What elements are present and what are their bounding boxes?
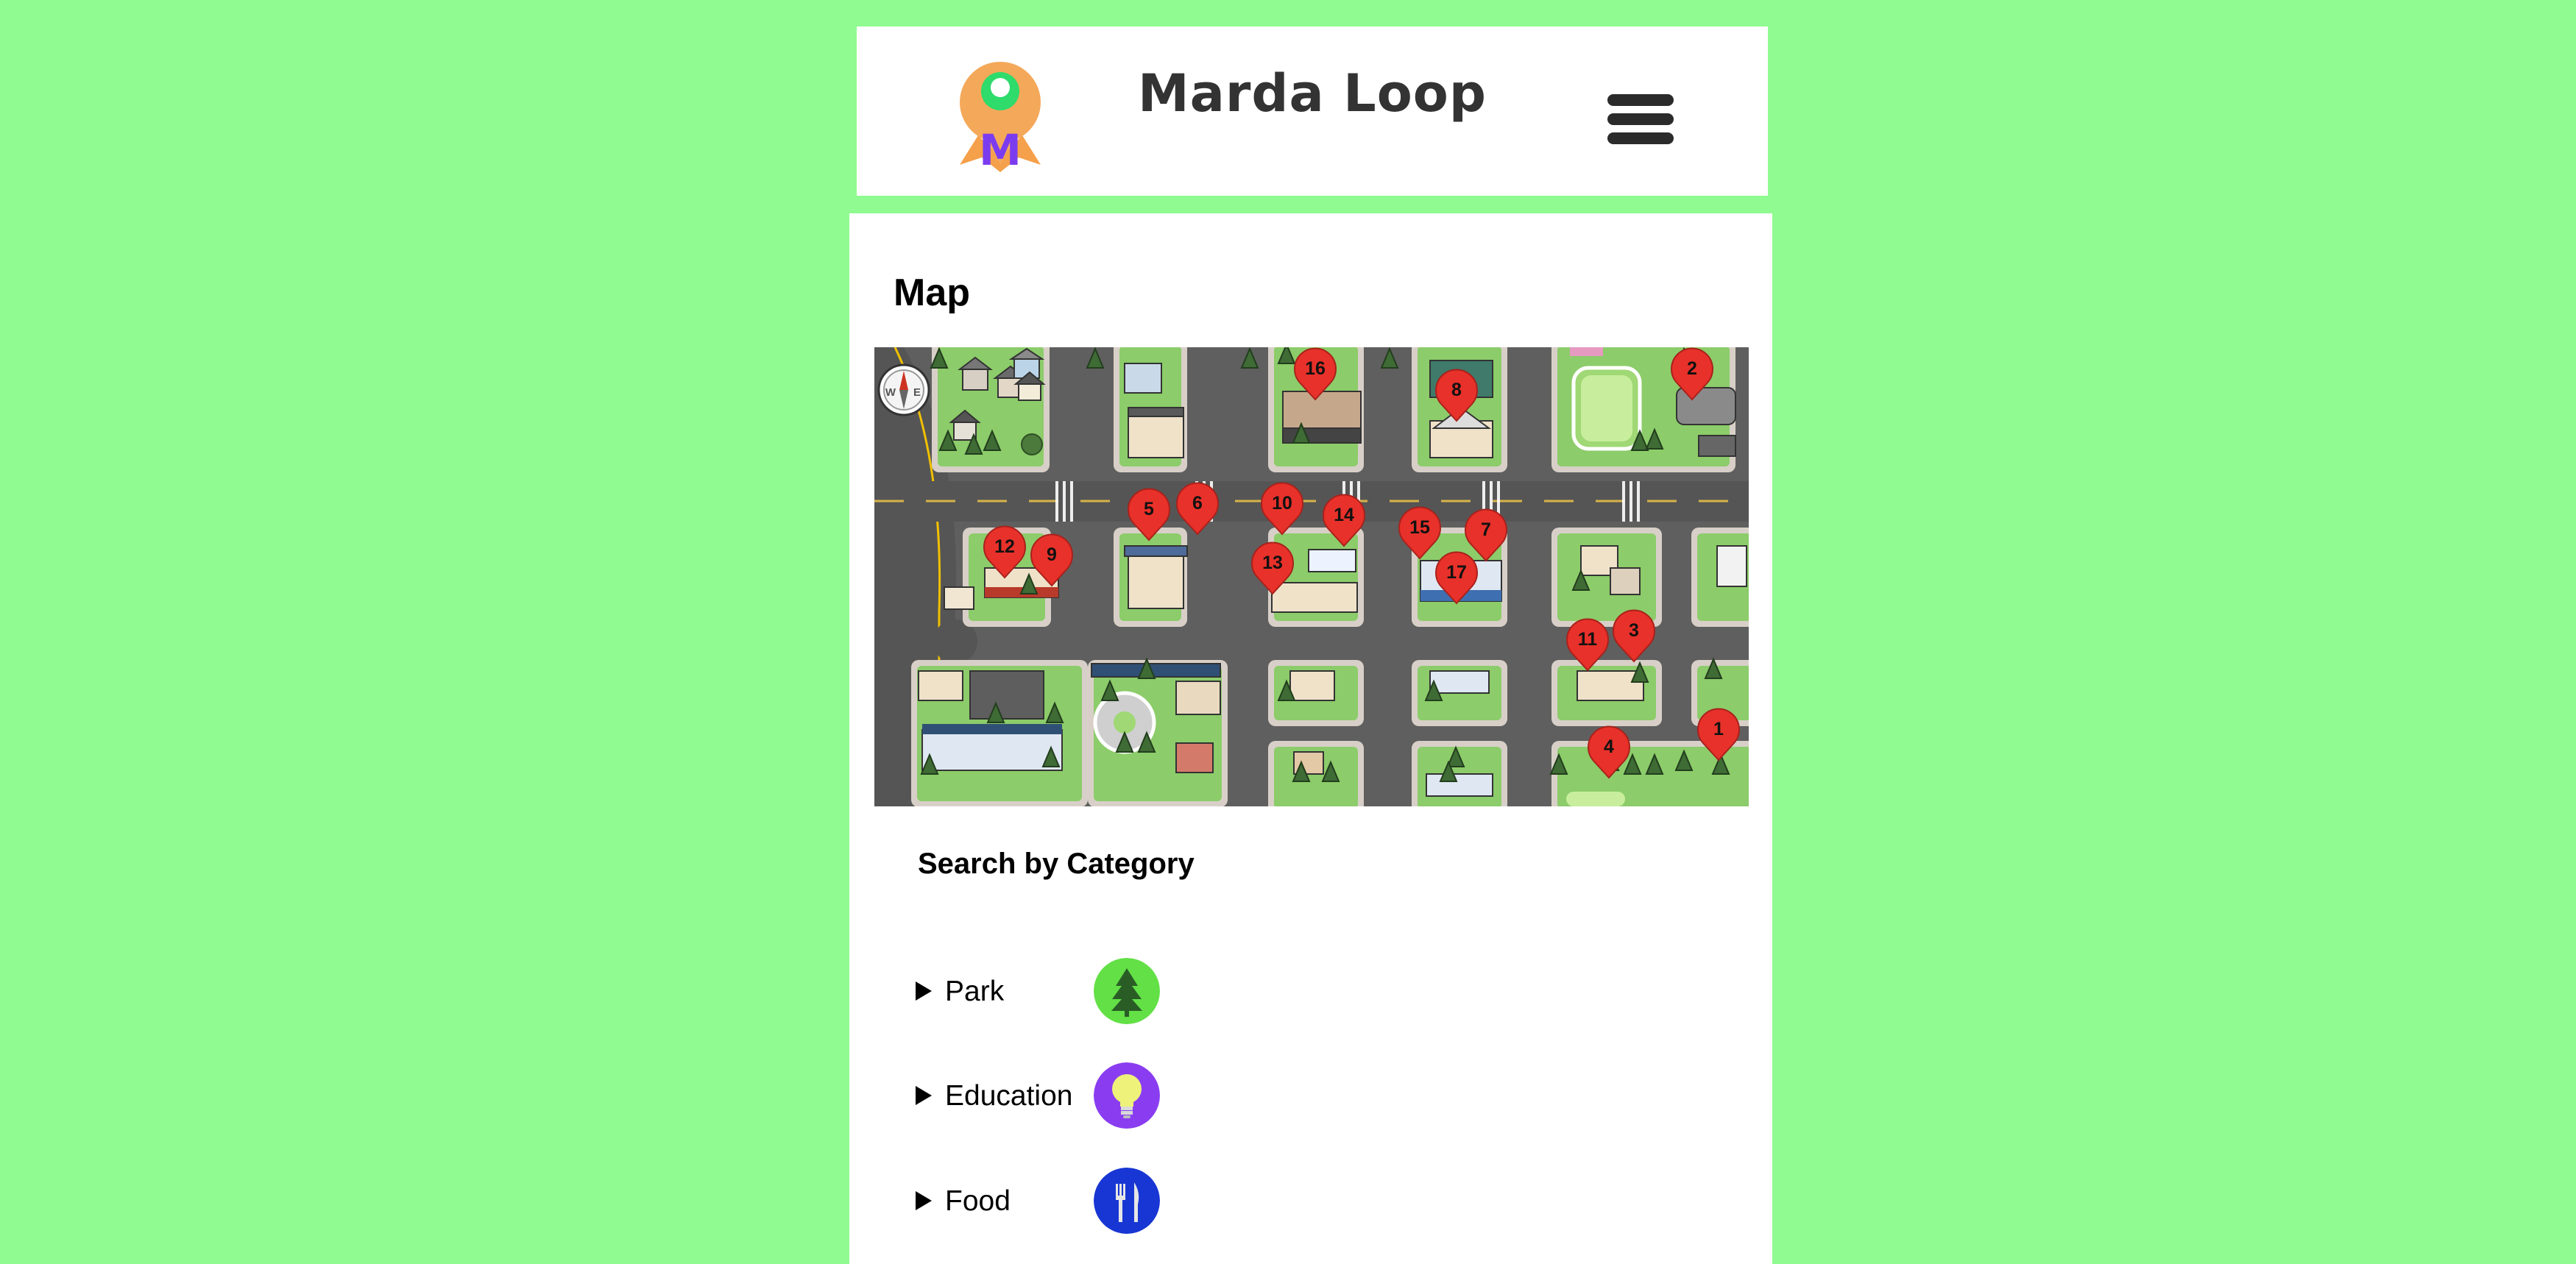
compass-icon: W E [877,363,930,416]
map-marker-label: 5 [1144,499,1154,519]
map-marker-label: 12 [994,536,1015,557]
category-label-education: Education [945,1080,1073,1112]
map-marker-label: 2 [1687,358,1697,379]
logo-letter: M [979,125,1022,175]
map-marker-label: 8 [1451,380,1462,400]
fork-knife-icon [1094,1168,1160,1234]
category-park[interactable]: Park [916,958,1210,1024]
svg-text:W: W [885,386,896,399]
map-marker-label: 16 [1305,358,1326,379]
category-label-food: Food [945,1185,1011,1217]
hamburger-menu-icon[interactable] [1607,94,1674,153]
map-section-title: Map [894,271,970,314]
expand-arrow-icon[interactable] [916,1191,932,1210]
neighbourhood-map[interactable]: W E 1 2 3 4 5 6 7 8 9 10 11 12 13 14 15 16 17 [874,347,1749,806]
main-content: Map W E 1 2 3 4 5 6 7 8 9 10 11 12 13 14… [849,213,1772,1264]
category-label-park: Park [945,976,1005,1007]
map-marker-label: 13 [1262,553,1283,573]
map-marker-label: 17 [1446,562,1467,583]
map-marker-label: 9 [1047,544,1057,565]
map-marker-label: 11 [1578,629,1598,650]
search-by-category-title: Search by Category [918,848,1195,880]
map-marker-label: 4 [1604,736,1614,757]
map-marker-label: 1 [1713,719,1724,739]
category-food[interactable]: Food [916,1168,1210,1234]
map-marker-label: 14 [1334,505,1354,525]
lightbulb-icon [1094,1062,1160,1129]
map-marker-label: 15 [1409,517,1430,538]
svg-text:E: E [913,386,921,399]
expand-arrow-icon[interactable] [916,1086,932,1105]
map-marker-label: 7 [1481,519,1491,540]
expand-arrow-icon[interactable] [916,981,932,1001]
site-header: M Marda Loop [857,26,1768,196]
category-education[interactable]: Education [916,1062,1210,1129]
map-marker-label: 3 [1629,620,1639,641]
tree-icon [1094,958,1160,1024]
map-marker-label: 6 [1192,493,1203,514]
map-marker-label: 10 [1272,493,1292,514]
